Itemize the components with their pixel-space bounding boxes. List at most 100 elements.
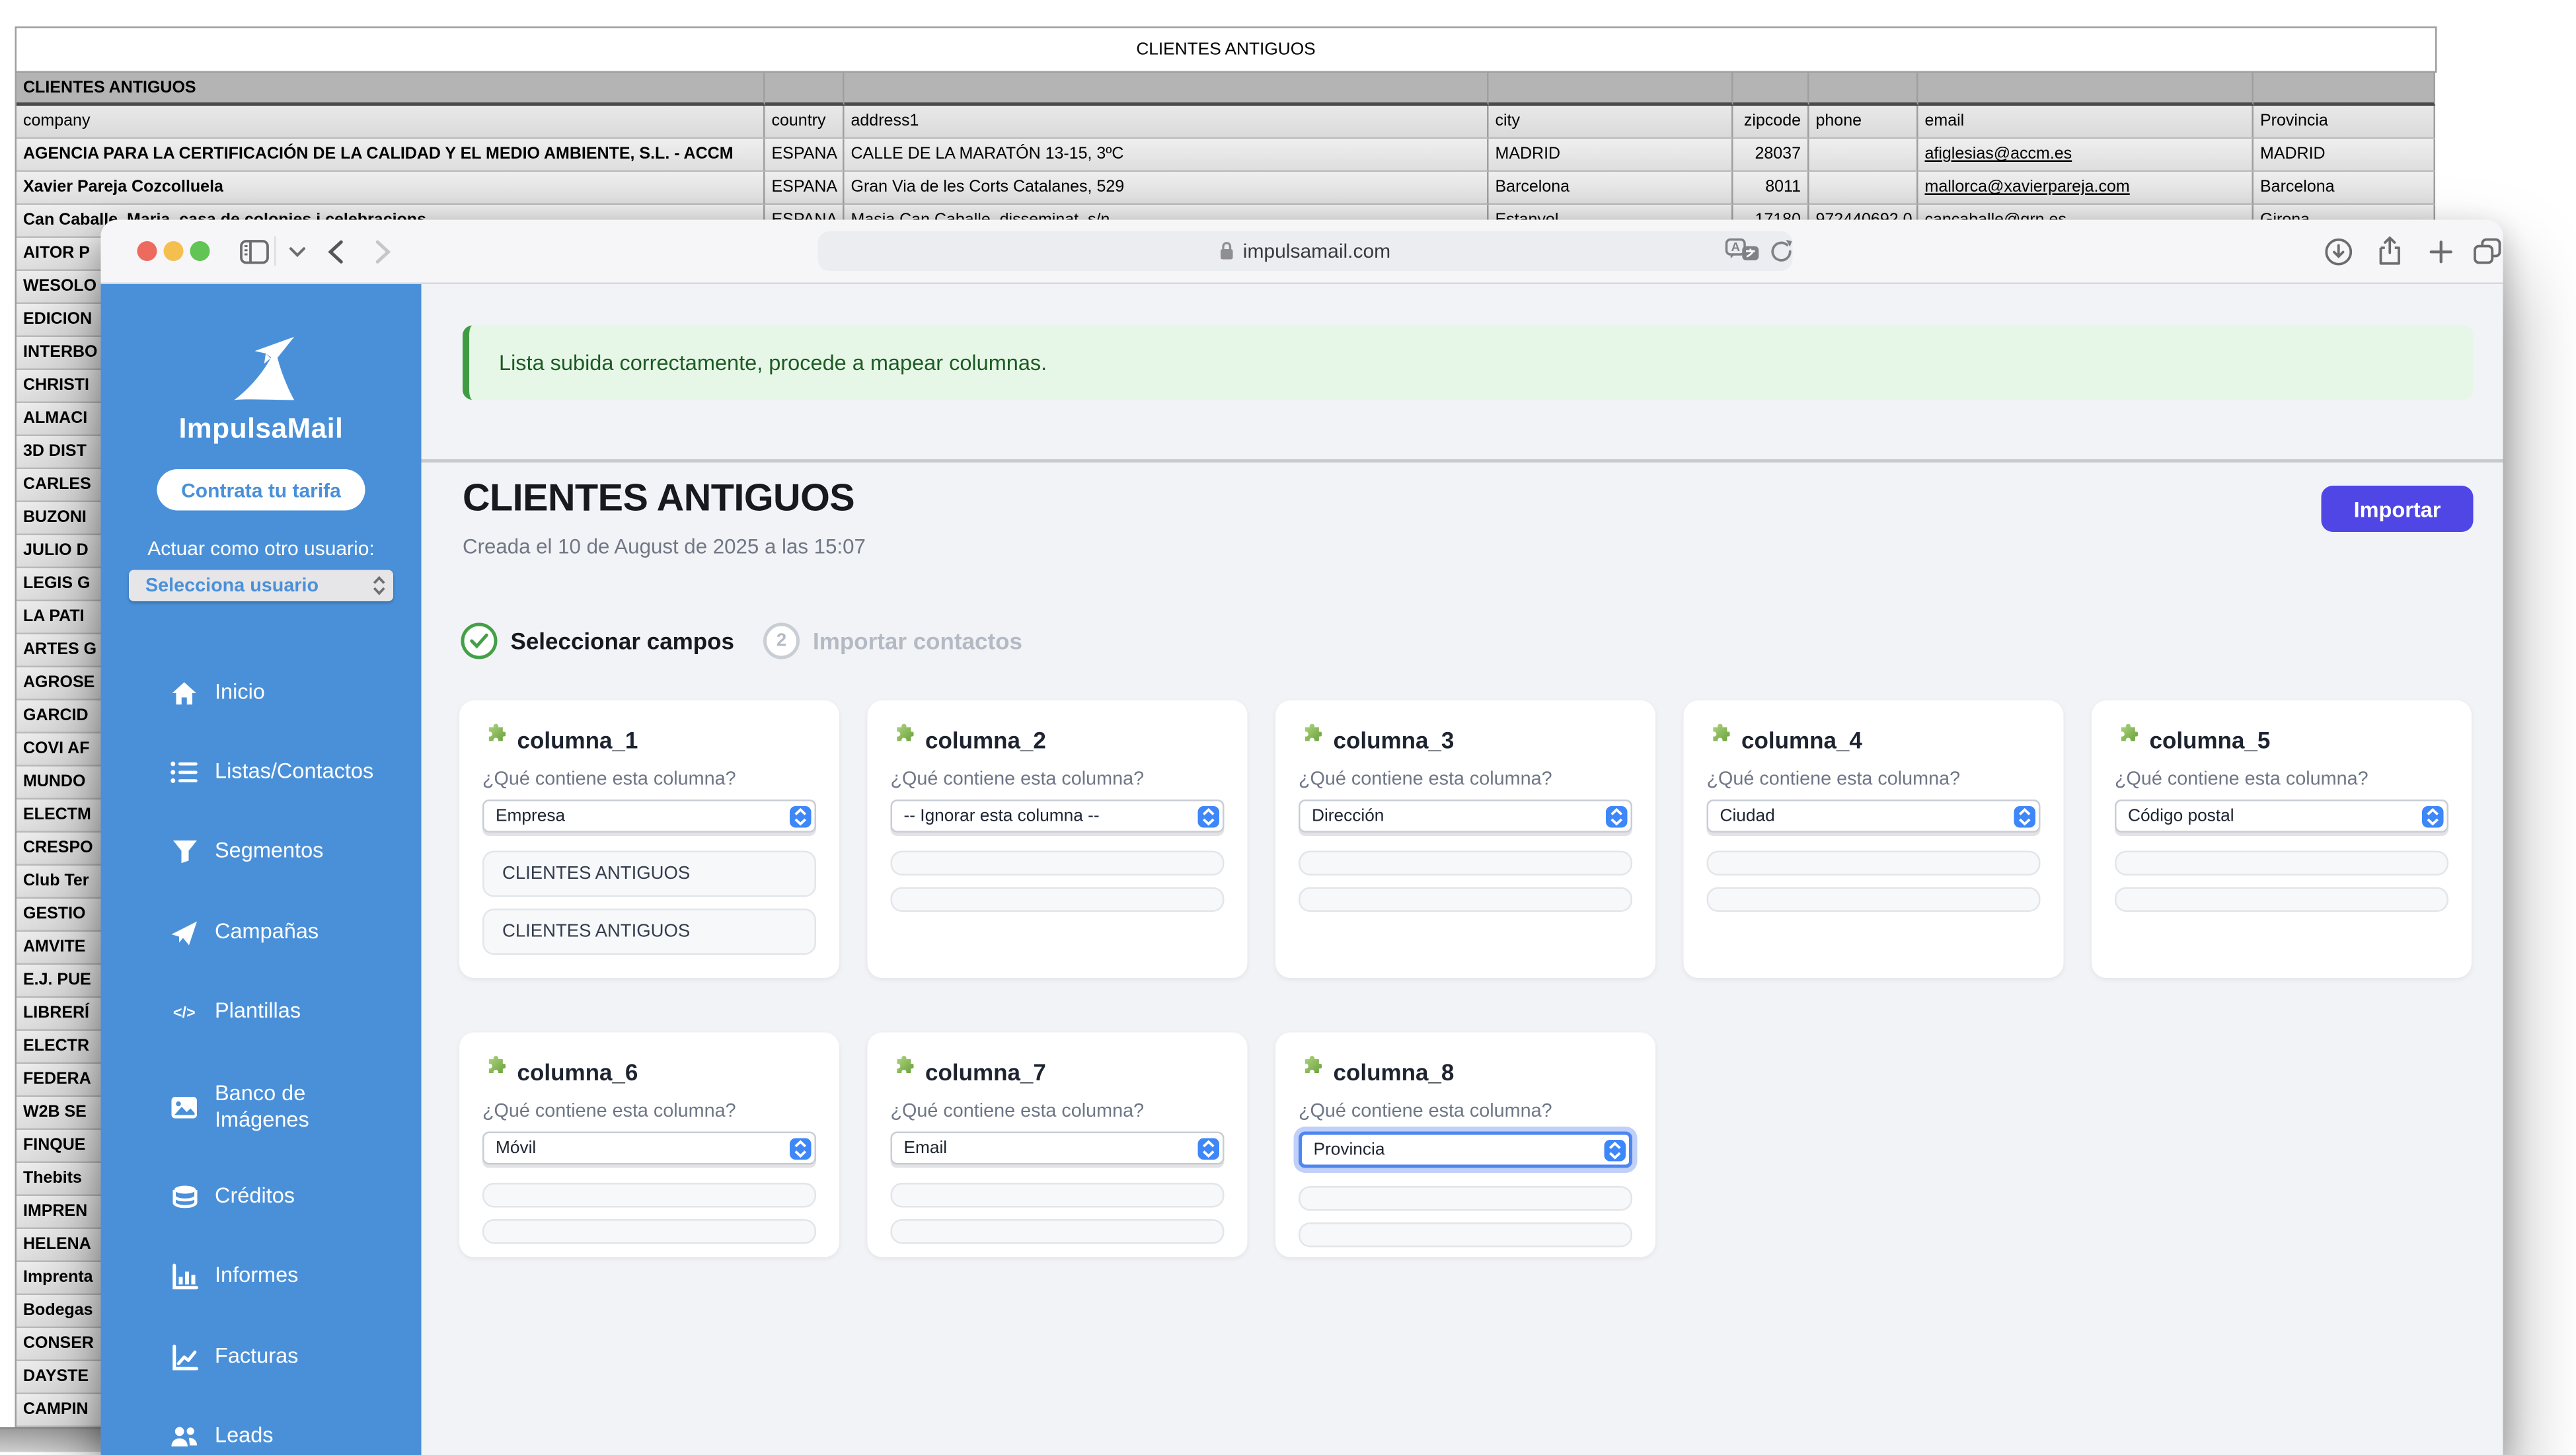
sheet-column-header[interactable]: company <box>17 106 765 139</box>
column-question: ¿Qué contiene esta columna? <box>891 1102 1225 1122</box>
sheet-band-cell[interactable] <box>845 73 1489 106</box>
puzzle-icon <box>1299 724 1322 755</box>
sheet-cell-address1[interactable]: Gran Via de les Corts Catalanes, 529 <box>845 172 1489 205</box>
zoom-window-button[interactable] <box>190 241 210 261</box>
column-select-columna_1[interactable]: Empresa <box>482 800 816 833</box>
funnel-icon <box>170 838 199 866</box>
tab-overview-icon[interactable] <box>2472 237 2501 266</box>
column-select-columna_3[interactable]: Dirección <box>1299 800 1632 833</box>
selected-value: Código postal <box>2117 806 2447 826</box>
user-select[interactable]: Selecciona usuario <box>129 570 393 602</box>
sidebar-item-label: Segmentos <box>215 838 323 865</box>
column-select-columna_2[interactable]: -- Ignorar esta columna -- <box>891 800 1225 833</box>
sheet-cell-email[interactable]: mallorca@xavierpareja.com <box>1918 172 2254 205</box>
sheet-column-header[interactable]: address1 <box>845 106 1489 139</box>
sheet-band-cell[interactable] <box>2254 73 2435 106</box>
mapping-card-columna_2: columna_2¿Qué contiene esta columna?-- I… <box>868 700 1248 978</box>
sheet-cell-country[interactable]: ESPANA <box>765 139 845 172</box>
minimize-window-button[interactable] <box>164 241 184 261</box>
selected-value: Ciudad <box>1708 806 2039 826</box>
email-link[interactable]: afiglesias@accm.es <box>1925 145 2072 164</box>
forward-icon[interactable] <box>369 237 398 266</box>
sidebar-item-leads[interactable]: Leads <box>170 1423 274 1451</box>
sidebar-item-banco-de-im-genes[interactable]: Banco de Imágenes <box>170 1080 341 1134</box>
sheet-data-row: AGENCIA PARA LA CERTIFICACIÓN DE LA CALI… <box>17 139 2437 172</box>
sidebar-item-label: Informes <box>215 1263 298 1290</box>
address-bar[interactable]: impulsamail.com A <box>818 231 1793 271</box>
sheet-cell-city[interactable]: Barcelona <box>1489 172 1733 205</box>
sidebar-item-cr-ditos[interactable]: Créditos <box>170 1183 295 1211</box>
sidebar-item-plantillas[interactable]: </>Plantillas <box>170 998 301 1026</box>
column-name: columna_6 <box>517 1058 638 1084</box>
step-number: 2 <box>763 623 800 659</box>
email-link[interactable]: mallorca@xavierpareja.com <box>1925 178 2130 197</box>
sheet-column-header[interactable]: Provincia <box>2254 106 2435 139</box>
sheet-cell-provincia[interactable]: MADRID <box>2254 139 2435 172</box>
sheet-column-header[interactable]: zipcode <box>1733 106 1809 139</box>
column-name: columna_1 <box>517 726 638 753</box>
sample-value-box <box>1299 1222 1632 1248</box>
sample-value-box <box>1707 851 2041 876</box>
sidebar-toggle-icon[interactable] <box>240 237 270 266</box>
new-tab-icon[interactable] <box>2425 237 2455 266</box>
sidebar-item-label: Plantillas <box>215 998 301 1026</box>
chevron-down-icon[interactable] <box>283 237 313 266</box>
sheet-band-cell[interactable] <box>1918 73 2254 106</box>
mapping-card-columna_1: columna_1¿Qué contiene esta columna?Empr… <box>459 700 839 978</box>
sheet-column-header[interactable]: email <box>1918 106 2254 139</box>
sheet-column-header[interactable]: phone <box>1809 106 1918 139</box>
report-icon <box>170 1262 199 1290</box>
sheet-cell-company[interactable]: Xavier Pareja Cozcolluela <box>17 172 765 205</box>
sidebar-item-listas-contactos[interactable]: Listas/Contactos <box>170 759 374 787</box>
sheet-cell-zipcode[interactable]: 28037 <box>1733 139 1809 172</box>
column-select-columna_7[interactable]: Email <box>891 1132 1225 1165</box>
sidebar-item-facturas[interactable]: Facturas <box>170 1343 299 1372</box>
sheet-cell-address1[interactable]: CALLE DE LA MARATÓN 13-15, 3ºC <box>845 139 1489 172</box>
invoice-icon <box>170 1343 199 1372</box>
sidebar-item-label: Facturas <box>215 1343 298 1370</box>
sheet-cell-phone[interactable] <box>1809 139 1918 172</box>
contract-plan-button[interactable]: Contrata tu tarifa <box>157 469 365 511</box>
sidebar-item-campa-as[interactable]: Campañas <box>170 918 319 947</box>
sample-value-box <box>891 1219 1225 1244</box>
select-stepper-icon <box>2421 805 2443 827</box>
sidebar-item-inicio[interactable]: Inicio <box>170 679 265 708</box>
sheet-column-header[interactable]: city <box>1489 106 1733 139</box>
sheet-band-cell[interactable] <box>765 73 845 106</box>
select-stepper-icon <box>789 1137 811 1159</box>
sample-value-box <box>1299 887 1632 913</box>
back-icon[interactable] <box>321 237 350 266</box>
import-button[interactable]: Importar <box>2322 486 2474 532</box>
share-icon[interactable] <box>2374 237 2404 266</box>
sheet-cell-phone[interactable] <box>1809 172 1918 205</box>
close-window-button[interactable] <box>137 241 157 261</box>
downloads-icon[interactable] <box>2323 237 2353 266</box>
sheet-cell-provincia[interactable]: Barcelona <box>2254 172 2435 205</box>
translate-icon[interactable]: A <box>1725 238 1761 270</box>
brand-name: ImpulsaMail <box>101 413 422 446</box>
sheet-band-cell[interactable] <box>1489 73 1733 106</box>
column-name: columna_4 <box>1741 726 1862 753</box>
column-select-columna_8[interactable]: Provincia <box>1299 1132 1632 1168</box>
sheet-cell-city[interactable]: MADRID <box>1489 139 1733 172</box>
sidebar-item-segmentos[interactable]: Segmentos <box>170 838 324 866</box>
sample-value-box: CLIENTES ANTIGUOS <box>482 909 816 955</box>
sidebar-item-label: Listas/Contactos <box>215 759 373 786</box>
sheet-band-cell[interactable]: CLIENTES ANTIGUOS <box>17 73 765 106</box>
column-select-columna_5[interactable]: Código postal <box>2115 800 2448 833</box>
column-question: ¿Qué contiene esta columna? <box>1299 1102 1632 1122</box>
sheet-band-cell[interactable] <box>1809 73 1918 106</box>
sidebar-item-informes[interactable]: Informes <box>170 1262 299 1290</box>
toolbar-separator <box>274 237 276 266</box>
sheet-column-header[interactable]: country <box>765 106 845 139</box>
column-select-columna_4[interactable]: Ciudad <box>1707 800 2041 833</box>
home-icon <box>170 679 199 708</box>
sheet-cell-email[interactable]: afiglesias@accm.es <box>1918 139 2254 172</box>
sheet-cell-zipcode[interactable]: 8011 <box>1733 172 1809 205</box>
sheet-cell-company[interactable]: AGENCIA PARA LA CERTIFICACIÓN DE LA CALI… <box>17 139 765 172</box>
sheet-cell-country[interactable]: ESPANA <box>765 172 845 205</box>
reload-icon[interactable] <box>1770 238 1795 270</box>
sheet-bottom-scrollbar[interactable] <box>0 1427 101 1452</box>
column-select-columna_6[interactable]: Móvil <box>482 1132 816 1165</box>
sheet-band-cell[interactable] <box>1733 73 1809 106</box>
